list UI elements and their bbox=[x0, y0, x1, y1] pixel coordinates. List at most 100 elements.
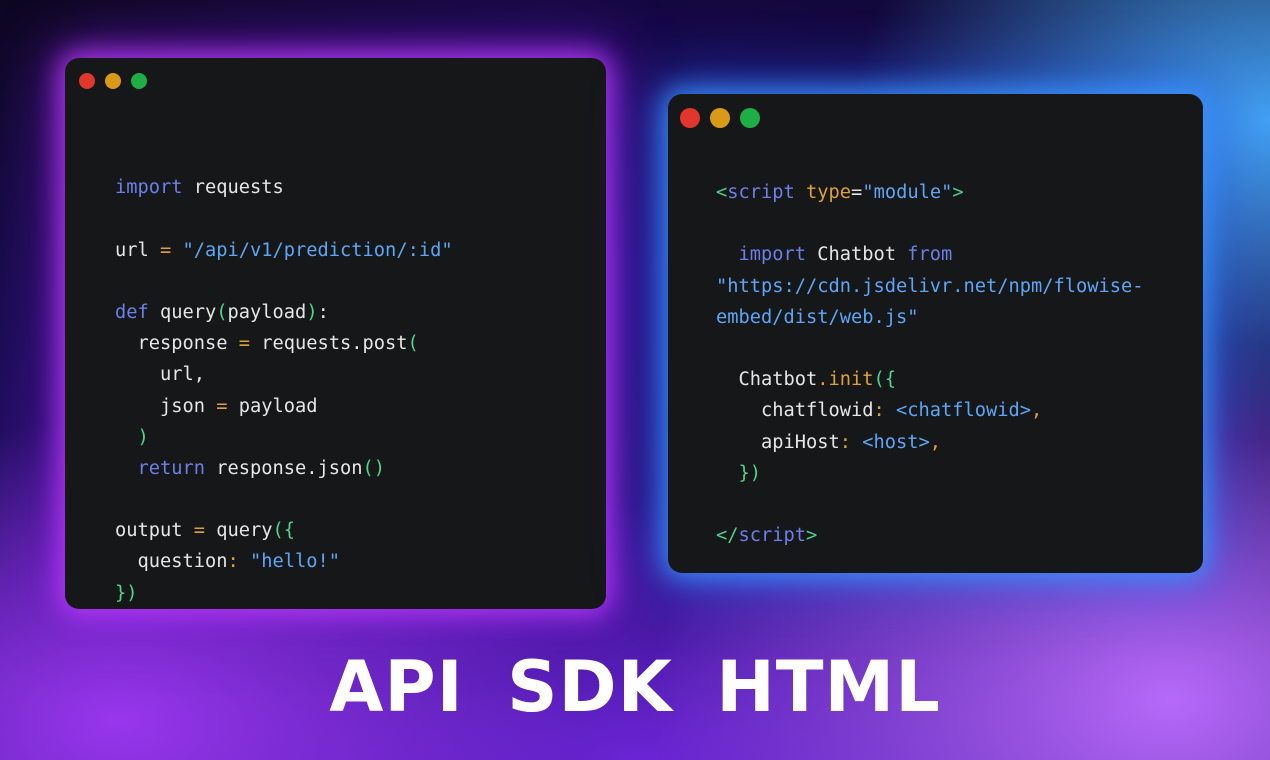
code-token: payload bbox=[227, 395, 318, 417]
minimize-dot-icon[interactable] bbox=[710, 108, 730, 128]
code-token: , bbox=[1031, 400, 1043, 422]
python-code-block: import requests url = "/api/v1/prediction… bbox=[115, 141, 453, 609]
code-token: response.json bbox=[205, 457, 363, 479]
code-token: output bbox=[115, 520, 194, 542]
code-line: json = payload bbox=[115, 391, 453, 422]
code-token: > bbox=[952, 182, 964, 203]
code-token: apiHost bbox=[716, 431, 840, 453]
code-token: = bbox=[216, 395, 228, 417]
code-token: Chatbot bbox=[716, 369, 818, 391]
code-line: import requests bbox=[115, 172, 453, 203]
code-token: json bbox=[115, 395, 217, 417]
code-token: <host> bbox=[851, 431, 930, 453]
code-line: output = query({ bbox=[115, 515, 453, 546]
code-token: query bbox=[205, 520, 273, 542]
code-token: ( bbox=[407, 333, 419, 355]
code-token: requests bbox=[182, 177, 284, 199]
code-token: payload bbox=[227, 301, 307, 323]
code-token: query bbox=[148, 301, 217, 323]
code-token: > bbox=[806, 525, 818, 547]
code-token: ) bbox=[137, 426, 149, 448]
code-line: <script type="module"> bbox=[716, 177, 1144, 208]
code-line: response = requests.post( bbox=[115, 328, 453, 359]
code-line: chatflowid: <chatflowid>, bbox=[716, 395, 1144, 426]
code-line: ) bbox=[115, 422, 453, 453]
code-line: return response.json() bbox=[115, 453, 453, 484]
code-token: ( bbox=[216, 301, 228, 323]
code-token: .init bbox=[817, 369, 874, 391]
code-token: from bbox=[907, 244, 953, 266]
code-token: def bbox=[115, 301, 149, 323]
code-line: apiHost: <host>, bbox=[716, 427, 1144, 458]
code-token: type bbox=[794, 182, 852, 203]
code-line: }) bbox=[716, 458, 1144, 489]
close-dot-icon[interactable] bbox=[79, 73, 95, 89]
code-token: "hello!" bbox=[250, 551, 341, 573]
code-token: question bbox=[115, 551, 228, 573]
code-line: </script> bbox=[716, 520, 1144, 551]
code-token: }) bbox=[716, 462, 762, 484]
code-token: url, bbox=[115, 364, 206, 386]
code-token: "module" bbox=[862, 182, 953, 203]
code-token: embed/dist/web.js" bbox=[716, 306, 919, 328]
code-token: , bbox=[929, 431, 942, 453]
banner-title: API SDK HTML bbox=[329, 646, 941, 728]
code-line: url = "/api/v1/prediction/:id" bbox=[115, 235, 453, 266]
code-token: ) bbox=[306, 301, 318, 323]
minimize-dot-icon[interactable] bbox=[105, 73, 121, 89]
code-token: script bbox=[727, 182, 795, 203]
html-embed-code-window: <script type="module"> import Chatbot fr… bbox=[668, 94, 1203, 573]
code-token: : bbox=[873, 400, 885, 422]
code-line: }) bbox=[115, 578, 453, 609]
code-token: : bbox=[227, 551, 239, 573]
code-line: def query(payload): bbox=[115, 297, 453, 328]
python-code-window: import requests url = "/api/v1/prediction… bbox=[65, 58, 606, 609]
code-token: = bbox=[160, 239, 172, 261]
code-token: import bbox=[738, 244, 807, 266]
code-token: <chatflowid> bbox=[884, 400, 1032, 422]
code-token: script bbox=[738, 525, 807, 547]
maximize-dot-icon[interactable] bbox=[740, 108, 760, 128]
code-token: import bbox=[115, 177, 183, 199]
code-line: url, bbox=[115, 359, 453, 390]
code-token: () bbox=[362, 457, 386, 479]
code-token: chatflowid bbox=[716, 400, 874, 422]
code-token: url bbox=[115, 239, 161, 261]
code-token: Chatbot bbox=[806, 244, 908, 266]
window-controls bbox=[79, 73, 147, 89]
code-token: requests.post bbox=[250, 333, 408, 355]
code-token: "/api/v1/prediction/:id" bbox=[182, 239, 453, 261]
code-token: "https://cdn.jsdelivr.net/npm/flowise- bbox=[716, 275, 1144, 297]
code-token: </ bbox=[716, 525, 739, 547]
html-code-block: <script type="module"> import Chatbot fr… bbox=[716, 177, 1144, 551]
code-token: ({ bbox=[873, 369, 897, 391]
code-token: = bbox=[193, 520, 206, 542]
code-token: }) bbox=[115, 582, 138, 604]
code-line: Chatbot.init({ bbox=[716, 364, 1144, 395]
close-dot-icon[interactable] bbox=[680, 108, 700, 128]
code-token: = bbox=[851, 182, 863, 203]
code-line: import Chatbot from bbox=[716, 239, 1144, 270]
code-line: embed/dist/web.js" bbox=[716, 302, 1144, 333]
window-controls bbox=[680, 108, 760, 128]
code-token: = bbox=[238, 333, 251, 355]
code-token: : bbox=[839, 431, 852, 453]
code-token: < bbox=[716, 182, 728, 203]
maximize-dot-icon[interactable] bbox=[131, 73, 147, 89]
code-token: response bbox=[115, 333, 239, 355]
code-token: ({ bbox=[272, 520, 296, 542]
code-token: return bbox=[137, 457, 206, 479]
code-line: "https://cdn.jsdelivr.net/npm/flowise- bbox=[716, 271, 1144, 302]
